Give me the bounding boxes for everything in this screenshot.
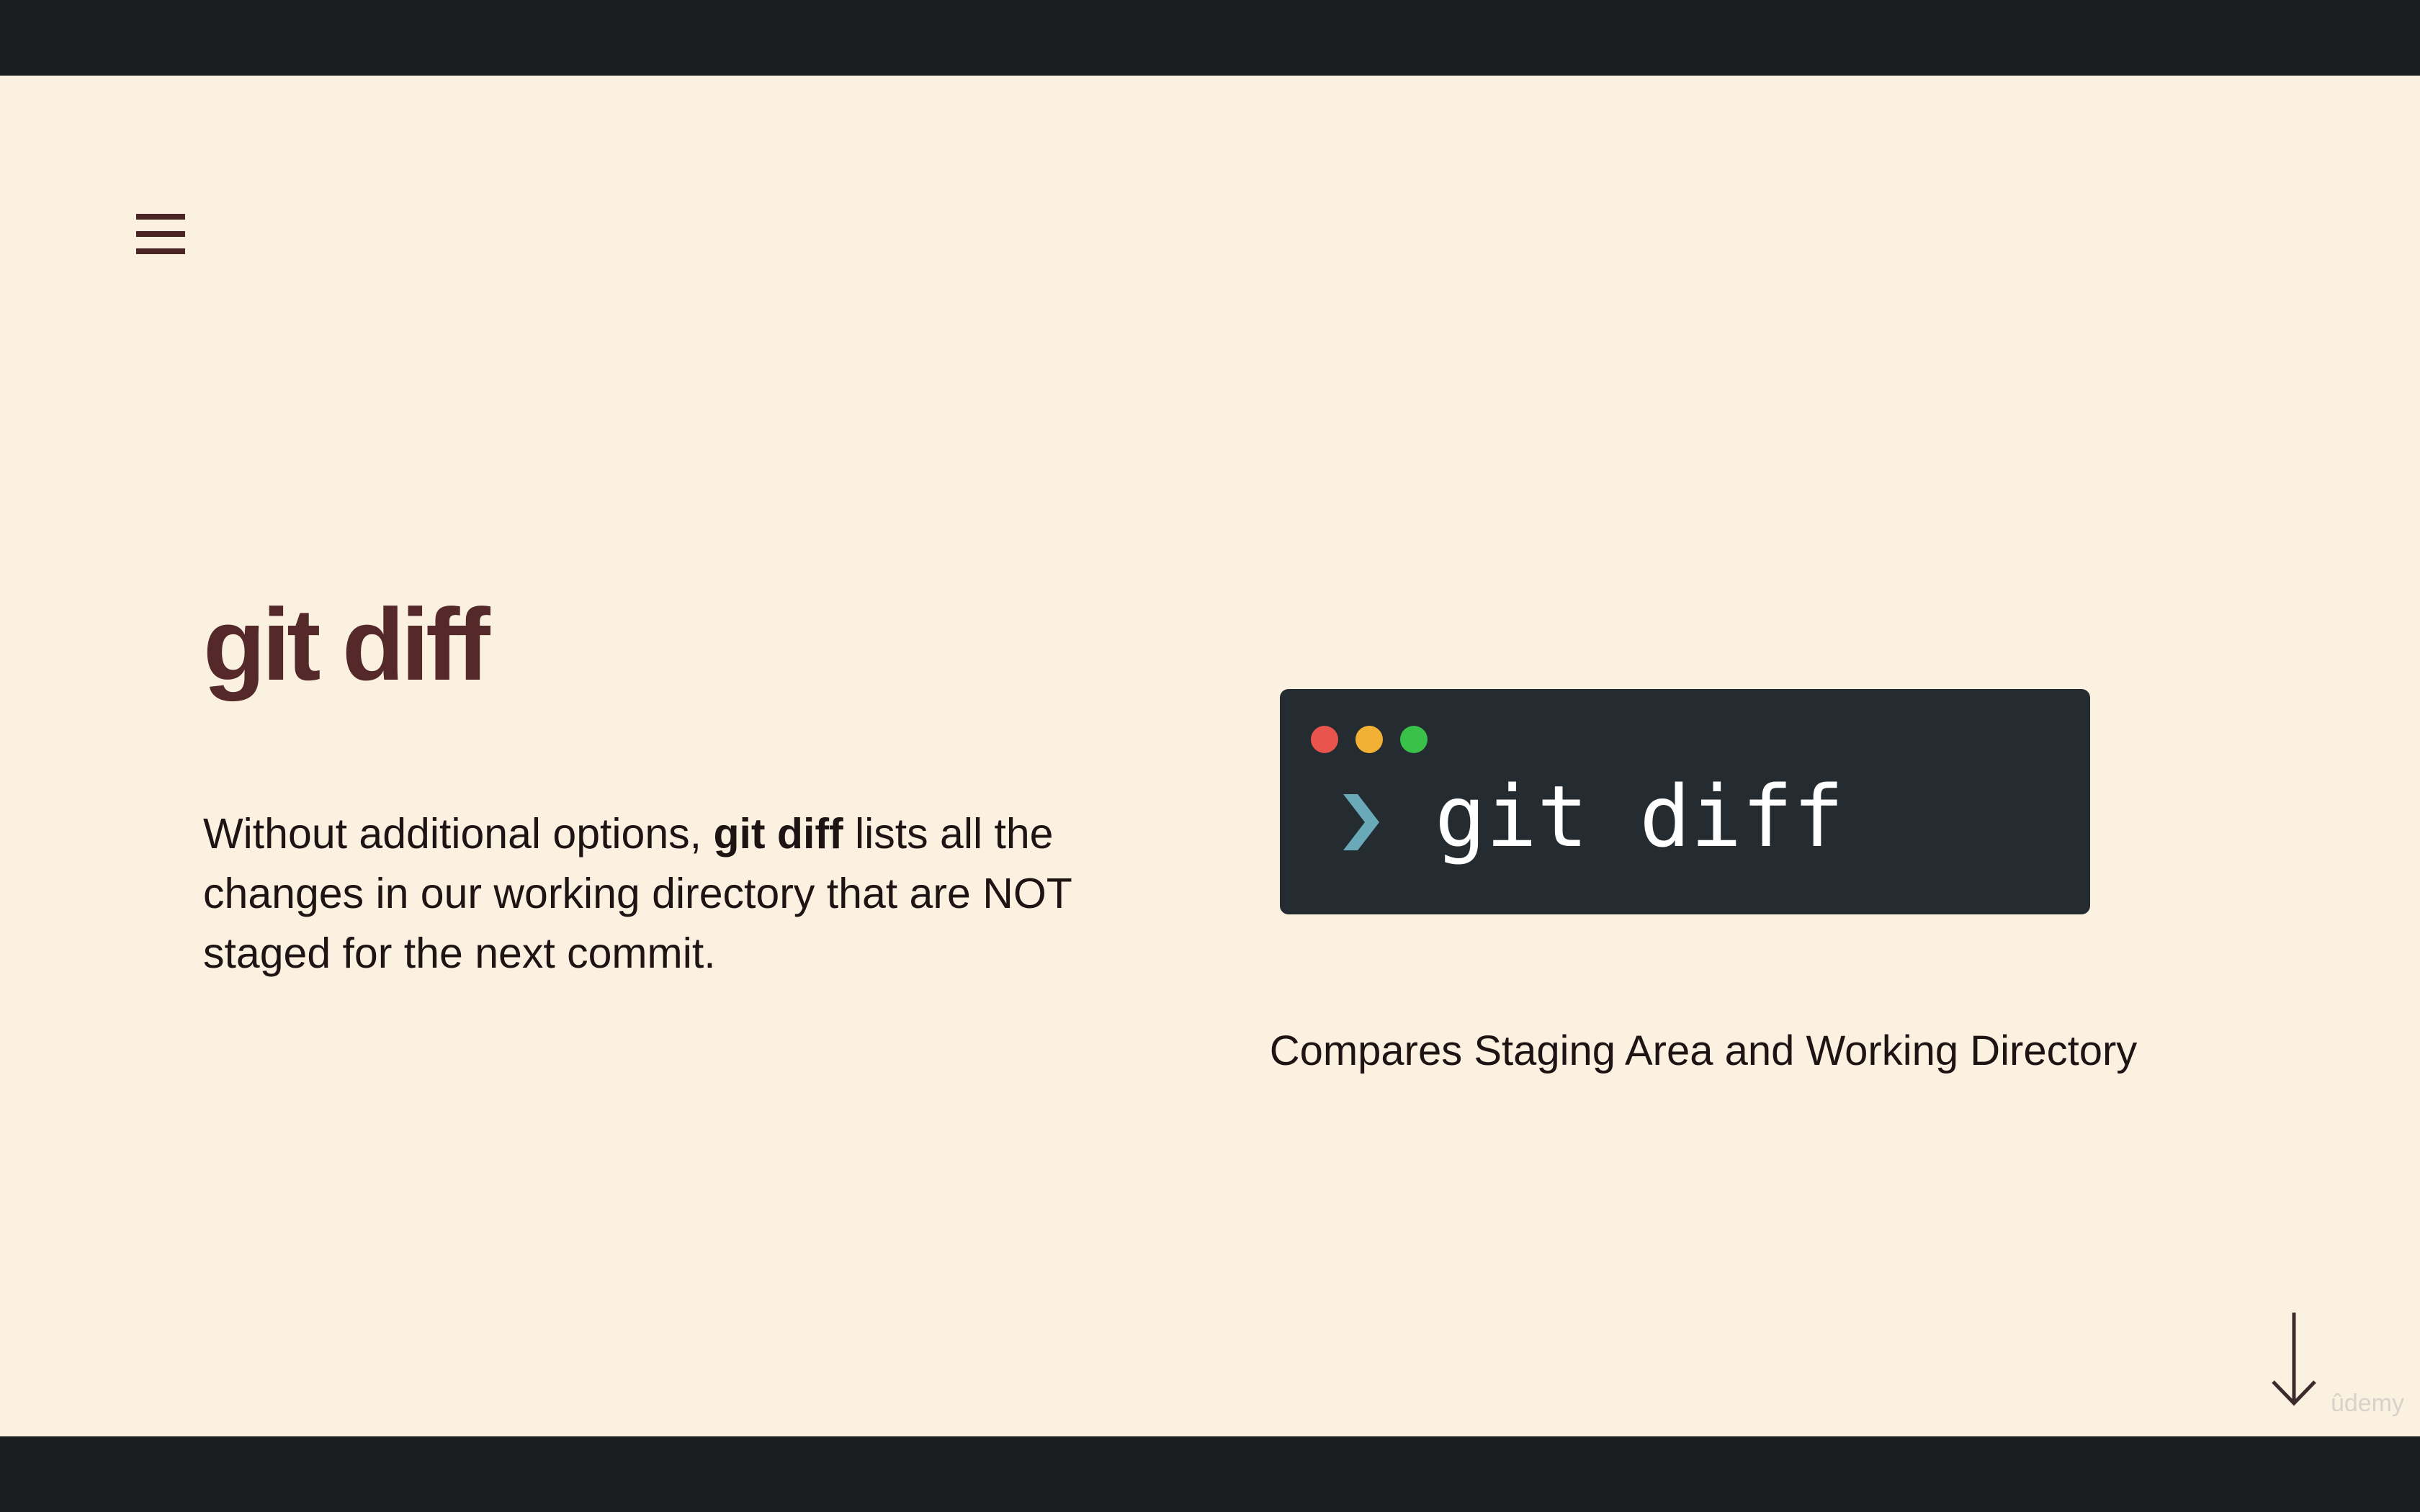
arrow-down-icon[interactable] <box>2270 1313 2318 1406</box>
brand-watermark: ûdemy <box>2330 1390 2404 1417</box>
terminal-command: git diff <box>1435 767 1845 866</box>
video-frame: git diff Without additional options, git… <box>0 0 2420 1512</box>
slide-description: Without additional options, git diff lis… <box>203 804 1175 984</box>
terminal-window: git diff <box>1280 689 2090 914</box>
hamburger-menu-icon[interactable] <box>135 209 186 259</box>
chevron-right-icon <box>1339 790 1382 855</box>
slide-title: git diff <box>203 588 490 702</box>
window-minimize-dot <box>1355 726 1383 753</box>
window-maximize-dot <box>1400 726 1428 753</box>
description-emphasis: git diff <box>713 810 843 858</box>
slide: git diff Without additional options, git… <box>0 76 2420 1436</box>
window-close-dot <box>1311 726 1338 753</box>
description-text: Without additional options, <box>203 810 714 858</box>
terminal-caption: Compares Staging Area and Working Direct… <box>1269 1027 2138 1074</box>
